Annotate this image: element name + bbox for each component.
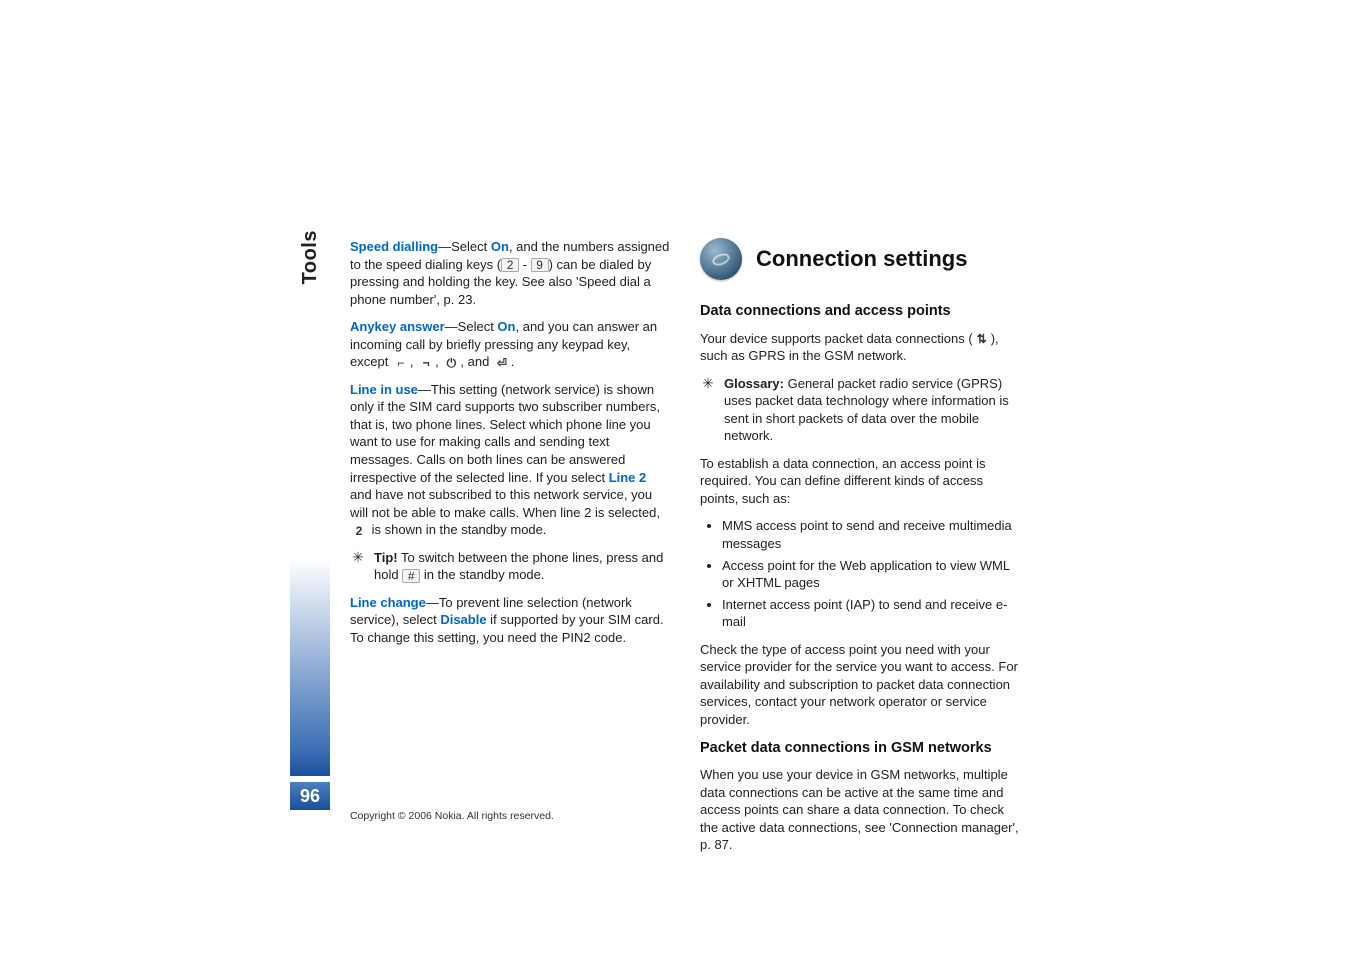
para-gsm-connections: When you use your device in GSM networks…	[700, 766, 1020, 854]
tip-icon: ✳	[350, 550, 366, 566]
setting-value: Disable	[440, 612, 486, 627]
softkey-right-icon: ¬	[417, 356, 435, 370]
section-header: Connection settings	[700, 238, 1020, 280]
glossary-body: Glossary: General packet radio service (…	[724, 375, 1020, 445]
setting-name: Anykey answer	[350, 319, 445, 334]
side-gradient	[290, 292, 330, 776]
para-speed-dialling: Speed dialling—Select On, and the number…	[350, 238, 670, 308]
key-2-icon: 2	[501, 258, 519, 272]
glossary-label: Glossary:	[724, 376, 784, 391]
key-9-icon: 9	[531, 258, 549, 272]
list-item: MMS access point to send and receive mul…	[722, 517, 1020, 552]
left-column: Speed dialling—Select On, and the number…	[350, 238, 670, 864]
setting-name: Line change	[350, 595, 426, 610]
setting-name: Line in use	[350, 382, 418, 397]
hash-key-icon: #	[402, 569, 420, 583]
end-key-icon: ⏎	[493, 356, 511, 370]
tip-body: Tip! To switch between the phone lines, …	[374, 549, 670, 584]
section-tab-label: Tools	[299, 230, 322, 284]
globe-icon	[700, 238, 742, 280]
section-title: Connection settings	[756, 244, 967, 274]
page-number: 96	[290, 782, 330, 810]
glossary-callout: ✳ Glossary: General packet radio service…	[700, 375, 1020, 445]
para-check-provider: Check the type of access point you need …	[700, 641, 1020, 729]
tip-label: Tip!	[374, 550, 398, 565]
list-item: Internet access point (IAP) to send and …	[722, 596, 1020, 631]
subheading-packet-gsm: Packet data connections in GSM networks	[700, 739, 1020, 759]
para-access-point-intro: To establish a data connection, an acces…	[700, 455, 1020, 508]
content-columns: Speed dialling—Select On, and the number…	[350, 238, 1020, 864]
list-item: Access point for the Web application to …	[722, 557, 1020, 592]
subheading-data-connections: Data connections and access points	[700, 302, 1020, 322]
power-key-icon: ⏻	[442, 356, 460, 370]
para-anykey-answer: Anykey answer—Select On, and you can ans…	[350, 318, 670, 371]
setting-value: On	[497, 319, 515, 334]
access-point-list: MMS access point to send and receive mul…	[700, 517, 1020, 630]
para-line-change: Line change—To prevent line selection (n…	[350, 594, 670, 647]
line2-indicator-icon: 2	[350, 524, 368, 538]
para-line-in-use: Line in use—This setting (network servic…	[350, 381, 670, 539]
right-column: Connection settings Data connections and…	[700, 238, 1020, 864]
side-tab: Tools 96	[290, 230, 330, 810]
tip-callout: ✳ Tip! To switch between the phone lines…	[350, 549, 670, 584]
setting-value: On	[491, 239, 509, 254]
para-packet-data-support: Your device supports packet data connect…	[700, 330, 1020, 365]
gprs-indicator-icon: ⇅	[973, 332, 991, 346]
copyright-line: Copyright © 2006 Nokia. All rights reser…	[350, 810, 554, 822]
softkey-left-icon: ⌐	[392, 356, 410, 370]
glossary-icon: ✳	[700, 376, 716, 392]
setting-value: Line 2	[609, 470, 647, 485]
setting-name: Speed dialling	[350, 239, 438, 254]
